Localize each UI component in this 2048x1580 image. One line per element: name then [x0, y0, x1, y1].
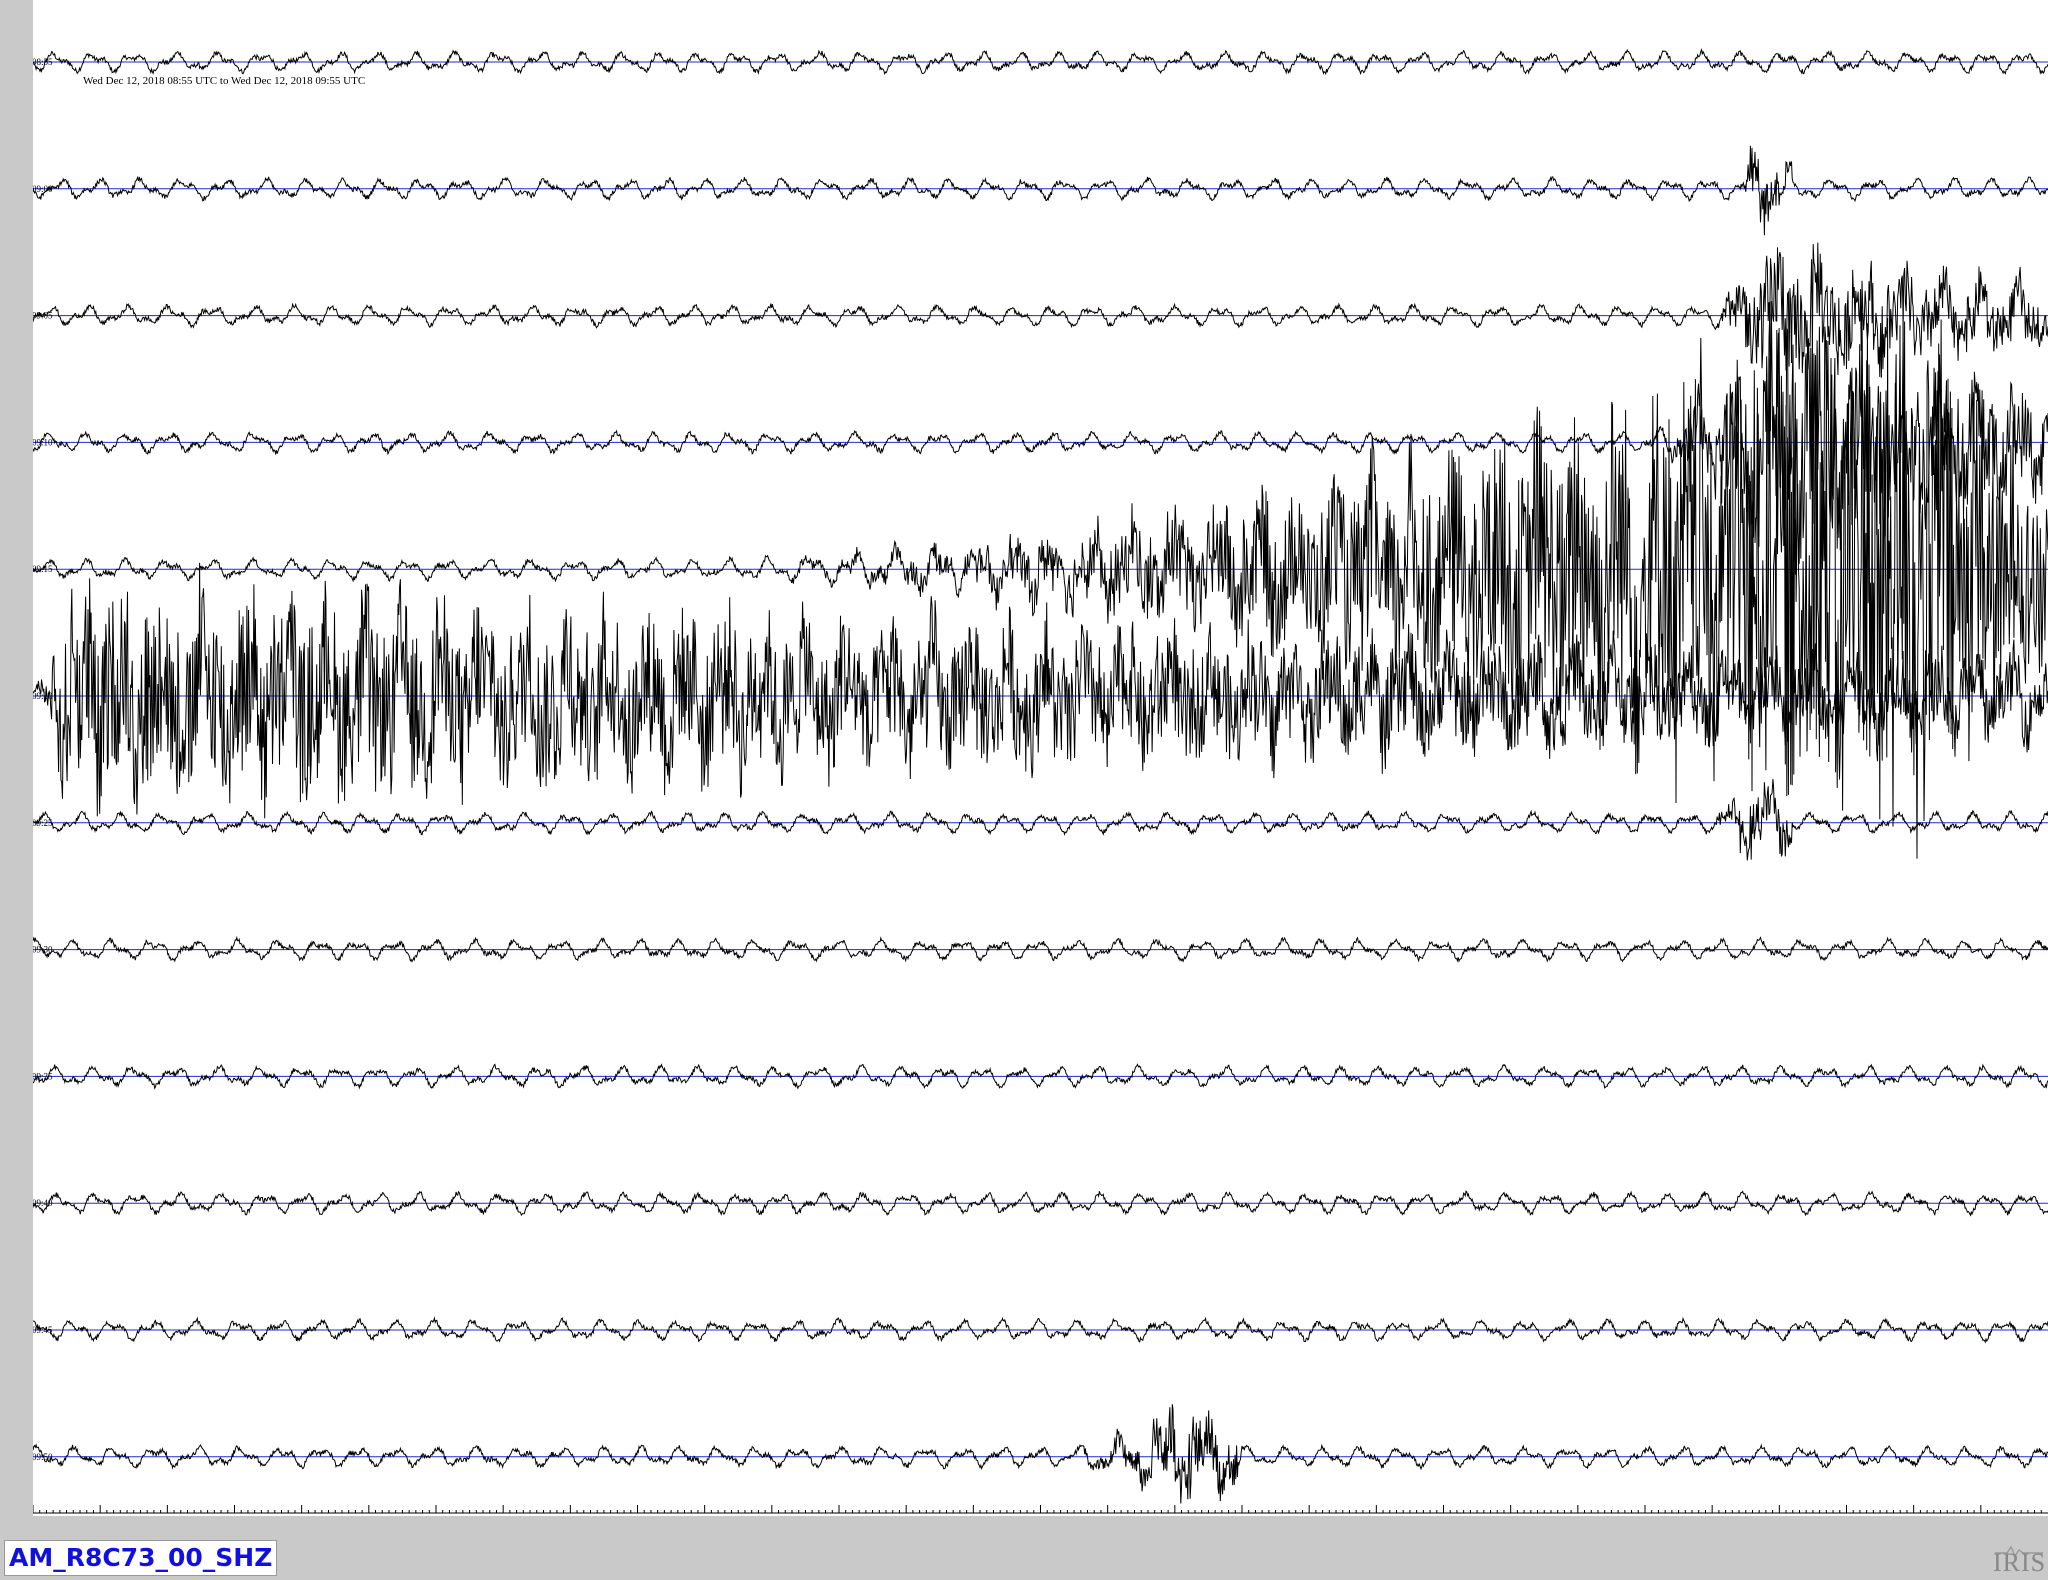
- row-label: 09:30: [33, 945, 53, 955]
- row-label: 09:45: [33, 1325, 53, 1335]
- row-label: 09:25: [33, 818, 53, 828]
- row-label: 08:55: [33, 57, 53, 67]
- row-label: 09:40: [33, 1198, 53, 1208]
- row-label: 09:10: [33, 437, 53, 447]
- trace-09:15: [32, 290, 2048, 859]
- time-range-title: Wed Dec 12, 2018 08:55 UTC to Wed Dec 12…: [83, 75, 365, 87]
- row-label: 09:50: [33, 1452, 53, 1462]
- seismogram-plot: 08:55 09:00 09:05 09:10 09:15 09:20 09:25 09:30…: [32, 0, 2048, 1534]
- trace-09:25: [32, 779, 2048, 861]
- baselines: [33, 61, 2048, 1458]
- row-label: 09:00: [33, 184, 53, 194]
- seismogram-svg: 08:55 09:00 09:05 09:10 09:15 09:20 09:25 09:30…: [32, 48, 2048, 1534]
- trace-09:05: [32, 242, 2048, 378]
- row-labels: 08:55 09:00 09:05 09:10 09:15 09:20 09:25 09:30…: [32, 57, 53, 1462]
- row-label: 09:15: [33, 564, 53, 574]
- trace-09:00: [32, 145, 2048, 236]
- iris-logo: IRIS: [1993, 1544, 2045, 1578]
- x-axis: :00:10:00:20:00:30:00:40:00:50:01:00:01:…: [32, 1505, 2048, 1534]
- row-label: 09:05: [33, 311, 53, 321]
- logo-text: IRIS: [1993, 1548, 2047, 1577]
- traces: [32, 48, 2048, 1504]
- station-label: AM_R8C73_00_SHZ: [4, 1540, 278, 1576]
- row-label: 09:20: [33, 691, 53, 701]
- trace-09:50: [32, 1404, 2048, 1504]
- row-label: 09:35: [33, 1071, 53, 1081]
